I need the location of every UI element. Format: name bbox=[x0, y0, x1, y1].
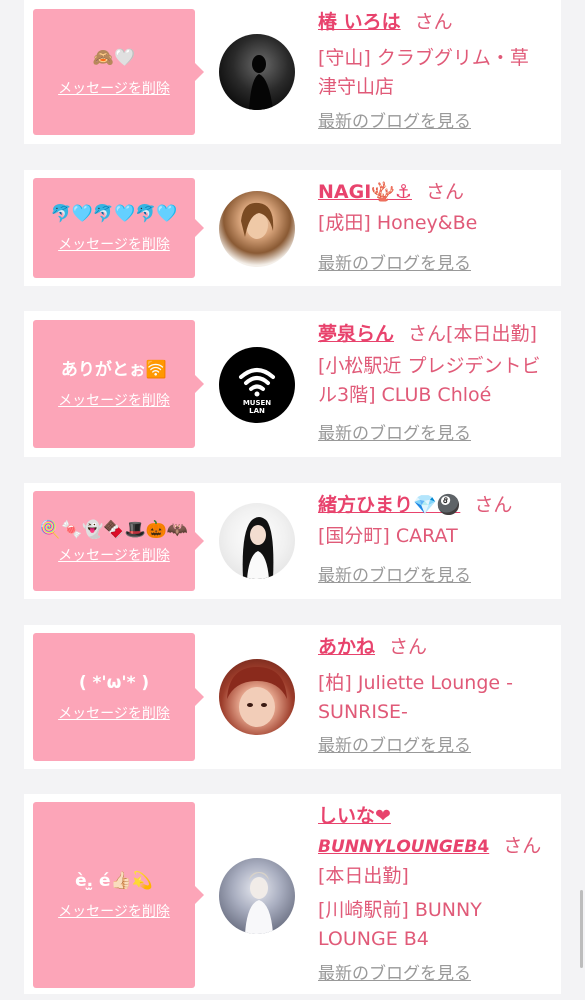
girl-info: あかね さん [柏] Juliette Lounge - SUNRISE- bbox=[318, 632, 554, 727]
girl-info: NAGI🪸⚓ さん [成田] Honey&Be bbox=[318, 177, 554, 238]
shop-name: [川崎駅前] BUNNY LOUNGE B4 bbox=[318, 896, 554, 954]
latest-blog-link[interactable]: 最新のブログを見る bbox=[318, 963, 471, 985]
message-card: 🐬🩵🐬🩵🐬🩵 メッセージを削除 NAGI🪸⚓ さん [成田] Honey&Be 最… bbox=[24, 170, 561, 286]
girl-info: しいな❤ 𝘽𝙐𝙉𝙉𝙔𝙇𝙊𝙐𝙉𝙂𝙀𝘽4 さん [本日出勤] [川崎駅前] BUNNY… bbox=[318, 801, 554, 954]
shop-line: ル3階] CLUB Chloé bbox=[318, 384, 492, 406]
message-bubble: 🙈🤍 メッセージを削除 bbox=[33, 9, 204, 135]
portrait-icon bbox=[227, 667, 287, 727]
shop-line: 津守山店 bbox=[318, 76, 395, 98]
message-text: ( *'ω'* ) bbox=[78, 673, 150, 693]
message-card: è.̫ é👍🏻💫 メッセージを削除 しいな❤ 𝘽𝙐𝙉𝙉𝙔𝙇𝙊𝙐𝙉𝙂𝙀𝘽4 さん [… bbox=[24, 794, 561, 994]
girl-info: 夢泉らん さん[本日出勤] [小松駅近 プレジデントビ ル3階] CLUB Chl… bbox=[318, 319, 554, 410]
delete-message-link[interactable]: メッセージを削除 bbox=[58, 78, 170, 98]
girl-name-link[interactable]: NAGI🪸⚓ bbox=[318, 181, 412, 203]
shop-line: [小松駅近 プレジデントビ bbox=[318, 355, 541, 377]
shop-line: [成田] Honey&Be bbox=[318, 212, 478, 234]
shop-line: [川崎駅前] BUNNY bbox=[318, 899, 482, 921]
message-card: ありがとぉ🛜 メッセージを削除 MUSEN LAN 夢泉らん さん[本日出勤] [… bbox=[24, 311, 561, 457]
silhouette-icon bbox=[249, 55, 273, 110]
honorific: さん bbox=[474, 494, 513, 516]
delete-message-link[interactable]: メッセージを削除 bbox=[58, 234, 170, 254]
shop-name: [成田] Honey&Be bbox=[318, 209, 554, 238]
scrollbar[interactable] bbox=[580, 890, 583, 968]
shop-name: [国分町] CARAT bbox=[318, 522, 554, 551]
girl-name-link[interactable]: しいな❤ bbox=[318, 805, 391, 827]
girl-info: 緒方ひまり💎🎱 さん [国分町] CARAT bbox=[318, 490, 554, 551]
delete-message-link[interactable]: メッセージを削除 bbox=[58, 390, 170, 410]
message-text: 🐬🩵🐬🩵🐬🩵 bbox=[50, 204, 178, 224]
shop-line: [国分町] CARAT bbox=[318, 525, 458, 547]
latest-blog-link[interactable]: 最新のブログを見る bbox=[318, 253, 471, 275]
girl-name-link[interactable]: 椿 いろは bbox=[318, 11, 401, 33]
message-bubble: ありがとぉ🛜 メッセージを削除 bbox=[33, 320, 204, 448]
honorific: さん bbox=[414, 11, 453, 33]
message-card: 🙈🤍 メッセージを削除 椿 いろは さん [守山] クラブグリム・草 津守山店 最… bbox=[24, 0, 561, 144]
message-card: 🍭🍬👻🍫🎩🎃🦇 メッセージを削除 緒方ひまり💎🎱 さん [国分町] CARAT 最… bbox=[24, 483, 561, 599]
work-status: [本日出勤] bbox=[446, 323, 537, 345]
girl-name-link[interactable]: 夢泉らん bbox=[318, 323, 394, 345]
message-bubble: è.̫ é👍🏻💫 メッセージを削除 bbox=[33, 802, 204, 988]
avatar[interactable] bbox=[219, 858, 295, 934]
message-text: 🙈🤍 bbox=[92, 48, 136, 68]
avatar-logo-text: MUSEN LAN bbox=[242, 399, 272, 415]
delete-message-link[interactable]: メッセージを削除 bbox=[58, 901, 170, 921]
message-text: ありがとぉ🛜 bbox=[60, 360, 168, 380]
honorific: さん bbox=[503, 835, 542, 857]
shop-name: [守山] クラブグリム・草 津守山店 bbox=[318, 44, 554, 102]
latest-blog-link[interactable]: 最新のブログを見る bbox=[318, 111, 471, 133]
message-text: è.̫ é👍🏻💫 bbox=[75, 871, 153, 891]
avatar[interactable] bbox=[219, 191, 295, 267]
latest-blog-link[interactable]: 最新のブログを見る bbox=[318, 423, 471, 445]
message-bubble: 🐬🩵🐬🩵🐬🩵 メッセージを削除 bbox=[33, 178, 204, 278]
girl-info: 椿 いろは さん [守山] クラブグリム・草 津守山店 bbox=[318, 7, 554, 102]
latest-blog-link[interactable]: 最新のブログを見る bbox=[318, 565, 471, 587]
delete-message-link[interactable]: メッセージを削除 bbox=[58, 545, 170, 565]
avatar[interactable]: MUSEN LAN bbox=[219, 347, 295, 423]
honorific: さん bbox=[425, 181, 464, 203]
work-status: [本日出勤] bbox=[318, 865, 409, 887]
avatar[interactable] bbox=[219, 503, 295, 579]
shop-name: [小松駅近 プレジデントビ ル3階] CLUB Chloé bbox=[318, 352, 554, 410]
portrait-icon bbox=[245, 872, 273, 934]
avatar[interactable] bbox=[219, 659, 295, 735]
shop-line: LOUNGE B4 bbox=[318, 928, 429, 950]
shop-line: [守山] クラブグリム・草 bbox=[318, 47, 529, 69]
portrait-icon bbox=[241, 202, 274, 239]
avatar[interactable] bbox=[219, 34, 295, 110]
portrait-icon bbox=[242, 517, 274, 579]
latest-blog-link[interactable]: 最新のブログを見る bbox=[318, 735, 471, 757]
shop-line: SUNRISE- bbox=[318, 701, 408, 723]
message-bubble: ( *'ω'* ) メッセージを削除 bbox=[33, 633, 204, 761]
shop-line: [柏] Juliette Lounge - bbox=[318, 672, 513, 694]
shop-name: [柏] Juliette Lounge - SUNRISE- bbox=[318, 669, 554, 727]
honorific: さん bbox=[389, 636, 428, 658]
message-card: ( *'ω'* ) メッセージを削除 あかね さん [柏] Juliette Lo… bbox=[24, 625, 561, 769]
girl-name-link[interactable]: あかね bbox=[318, 636, 375, 658]
message-text: 🍭🍬👻🍫🎩🎃🦇 bbox=[39, 520, 189, 540]
girl-name-link-line2[interactable]: 𝘽𝙐𝙉𝙉𝙔𝙇𝙊𝙐𝙉𝙂𝙀𝘽4 bbox=[318, 837, 489, 857]
message-bubble: 🍭🍬👻🍫🎩🎃🦇 メッセージを削除 bbox=[33, 491, 204, 591]
delete-message-link[interactable]: メッセージを削除 bbox=[58, 703, 170, 723]
honorific: さん bbox=[408, 323, 447, 345]
girl-name-link[interactable]: 緒方ひまり💎🎱 bbox=[318, 494, 460, 516]
